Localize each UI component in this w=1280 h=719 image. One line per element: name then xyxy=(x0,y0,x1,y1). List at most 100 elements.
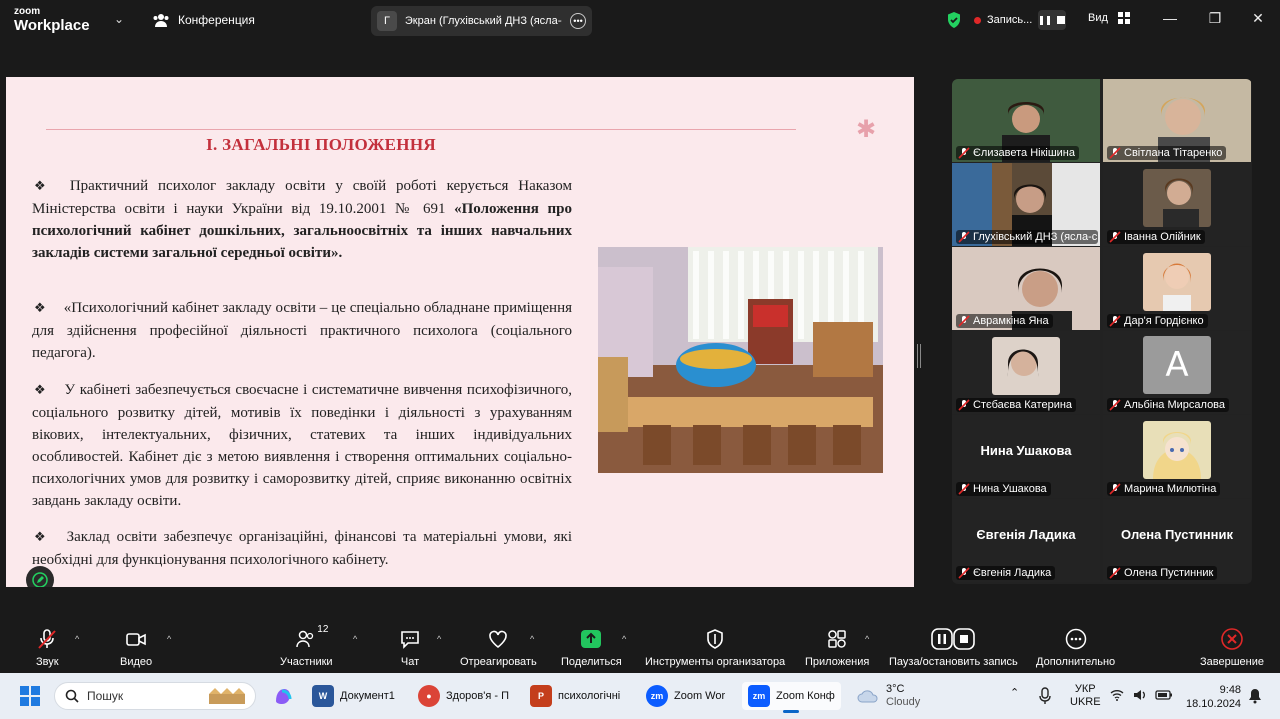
language-indicator[interactable]: УКР UKRE xyxy=(1070,683,1101,709)
participant-name-label: Єлизавета Нікішина xyxy=(956,146,1079,160)
participant-big-name: Євгенія Ладика xyxy=(976,527,1076,542)
close-icon[interactable]: ✕ xyxy=(1248,10,1268,27)
participant-name-label: Стєбаєва Катерина xyxy=(956,398,1077,412)
taskbar-app-zoom-workplace[interactable]: zm Zoom Wor xyxy=(646,682,725,710)
more-options-icon[interactable]: ••• xyxy=(570,13,586,29)
meeting-info-button[interactable]: Конференция xyxy=(152,12,255,28)
bullet-icon: ❖ xyxy=(34,530,49,545)
weather-temp: 3°C xyxy=(886,683,905,695)
participants-gallery: Єлизавета Нікішина Світлана Тітаренко Гл… xyxy=(952,79,1252,584)
participant-tile[interactable]: A Альбіна Мирсалова xyxy=(1103,331,1251,414)
mic-muted-icon xyxy=(1109,567,1121,579)
participants-button[interactable]: 12 Участники xyxy=(280,624,333,670)
more-button[interactable]: Дополнительно xyxy=(1036,626,1115,670)
apps-button[interactable]: Приложения xyxy=(805,626,869,670)
sharer-avatar: Г xyxy=(377,11,397,31)
participant-name: Єлизавета Нікішина xyxy=(973,147,1075,159)
pause-stop-recording-button[interactable]: Пауза/остановить запись xyxy=(889,626,1018,670)
microphone-icon[interactable] xyxy=(1038,687,1052,705)
chat-button[interactable]: Чат xyxy=(399,626,421,670)
participant-tile[interactable]: Марина Милютіна xyxy=(1103,415,1251,498)
shield-icon xyxy=(707,629,723,649)
host-tools-button[interactable]: Инструменты организатора xyxy=(645,626,785,670)
participant-tile-active-speaker[interactable]: Глухівський ДНЗ (ясла-с... xyxy=(952,163,1100,246)
cloud-icon xyxy=(857,690,878,703)
video-camera-icon xyxy=(126,633,146,646)
more-label: Дополнительно xyxy=(1036,656,1116,668)
participant-tile[interactable]: Єлизавета Нікішина xyxy=(952,79,1100,162)
share-screen-button[interactable]: Поделиться xyxy=(561,626,622,670)
windows-taskbar: Пошук W Документ1 ● Здоров'я - П P психо… xyxy=(0,673,1280,719)
pause-rec-label: Пауза/остановить запись xyxy=(889,656,1018,668)
participant-name: Альбіна Мирсалова xyxy=(1124,399,1226,411)
heart-icon xyxy=(489,630,508,649)
taskbar-app-word[interactable]: W Документ1 xyxy=(312,682,395,710)
encryption-shield-icon[interactable] xyxy=(946,11,962,29)
participant-tile[interactable]: Євгенія Ладика Євгенія Ладика xyxy=(952,499,1100,582)
weather-widget[interactable]: 3°C Cloudy xyxy=(856,682,920,710)
battery-icon[interactable] xyxy=(1155,689,1173,701)
mic-muted-icon xyxy=(958,147,970,159)
reactions-button[interactable]: Отреагировать xyxy=(460,626,537,670)
chevron-down-icon[interactable]: ⌄ xyxy=(114,12,124,26)
participant-tile[interactable]: Олена Пустинник Олена Пустинник xyxy=(1103,499,1251,582)
pencil-icon xyxy=(32,572,48,587)
notification-bell-icon[interactable] xyxy=(1248,688,1262,704)
minimize-icon[interactable]: — xyxy=(1160,10,1180,26)
slide-title: І. ЗАГАЛЬНІ ПОЛОЖЕННЯ xyxy=(206,135,436,154)
video-button[interactable]: Видео xyxy=(120,626,152,670)
end-meeting-button[interactable]: Завершение xyxy=(1200,626,1264,670)
participant-tile[interactable]: Іванна Олійник xyxy=(1103,163,1251,246)
host-tools-label: Инструменты организатора xyxy=(645,656,786,668)
logo-big-text: Workplace xyxy=(14,17,90,34)
taskbar-app-label: Zoom Конф xyxy=(776,690,835,702)
share-options-caret[interactable]: ^ xyxy=(622,634,626,644)
apps-icon xyxy=(828,630,846,648)
participant-name: Дар'я Гордієнко xyxy=(1124,315,1204,327)
reactions-options-caret[interactable]: ^ xyxy=(530,634,534,644)
participant-name: Марина Милютіна xyxy=(1124,483,1217,495)
chat-bubble-icon xyxy=(401,631,419,649)
annotate-pencil-button[interactable] xyxy=(26,566,54,587)
apps-options-caret[interactable]: ^ xyxy=(865,634,869,644)
clock-date: 18.10.2024 xyxy=(1186,698,1242,710)
grid-view-icon xyxy=(1117,12,1130,24)
speaker-icon[interactable] xyxy=(1133,688,1147,702)
wifi-icon[interactable] xyxy=(1110,689,1124,701)
screen-share-pill[interactable]: Г Экран (Глухівський ДНЗ (ясла-садок) ••… xyxy=(371,6,592,36)
shared-screen: ✱ І. ЗАГАЛЬНІ ПОЛОЖЕННЯ ❖ Практичний псих… xyxy=(6,77,914,587)
maximize-icon[interactable]: ❐ xyxy=(1205,10,1225,27)
slide-paragraph-1: ❖ Практичний психолог закладу освіти у св… xyxy=(32,175,572,264)
mic-muted-icon xyxy=(1109,315,1121,327)
participants-options-caret[interactable]: ^ xyxy=(353,634,357,644)
video-options-caret[interactable]: ^ xyxy=(167,634,171,644)
copilot-icon[interactable] xyxy=(272,685,294,707)
taskbar-search[interactable]: Пошук xyxy=(54,682,256,710)
participant-name-label: Олена Пустинник xyxy=(1107,566,1218,580)
recording-controls[interactable] xyxy=(1038,10,1067,30)
mute-options-caret[interactable]: ^ xyxy=(75,634,79,644)
taskbar-app-zoom-meeting[interactable]: zm Zoom Конф xyxy=(742,682,841,713)
participant-name: Нина Ушакова xyxy=(973,483,1047,495)
windows-start-icon[interactable] xyxy=(20,686,40,706)
search-placeholder: Пошук xyxy=(87,689,124,703)
panel-splitter-handle[interactable] xyxy=(917,344,921,368)
participant-name: Стєбаєва Катерина xyxy=(973,399,1073,411)
participant-tile[interactable]: Світлана Тітаренко xyxy=(1103,79,1251,162)
bullet-icon: ❖ xyxy=(34,383,47,398)
mic-muted-icon xyxy=(958,399,970,411)
participant-name-label: Аврамкіна Яна xyxy=(956,314,1053,328)
participant-tile[interactable]: Аврамкіна Яна xyxy=(952,247,1100,330)
participant-tile[interactable]: Дар'я Гордієнко xyxy=(1103,247,1251,330)
clock[interactable]: 9:48 18.10.2024 xyxy=(1186,683,1241,711)
taskbar-app-chrome[interactable]: ● Здоров'я - П xyxy=(418,682,509,710)
participant-tile[interactable]: Стєбаєва Катерина xyxy=(952,331,1100,414)
video-feed xyxy=(1143,253,1211,311)
tray-chevron-icon[interactable]: ⌃ xyxy=(1010,686,1019,699)
taskbar-app-powerpoint[interactable]: P психологічні xyxy=(530,682,620,710)
participant-tile[interactable]: Нина Ушакова Нина Ушакова xyxy=(952,415,1100,498)
chat-options-caret[interactable]: ^ xyxy=(437,634,441,644)
mute-button[interactable]: Звук xyxy=(36,626,59,670)
view-button[interactable]: Вид xyxy=(1088,12,1130,24)
logo-small-text: zoom xyxy=(14,6,41,17)
